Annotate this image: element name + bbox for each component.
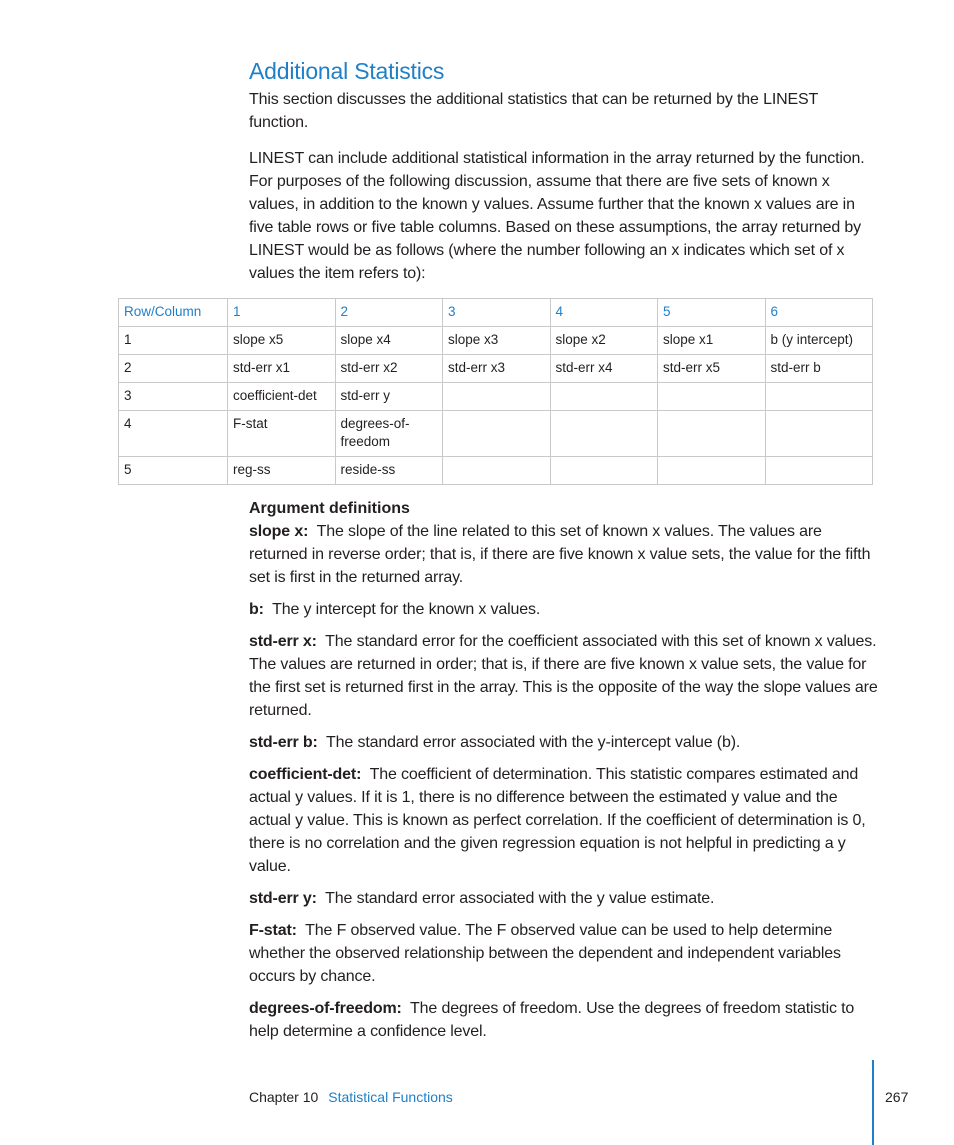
table-cell: 3 xyxy=(118,382,228,411)
table-cell: slope x3 xyxy=(442,326,551,355)
table-cell: std-err x5 xyxy=(657,354,766,383)
column-header: 1 xyxy=(227,298,336,327)
linest-description-paragraph: LINEST can include additional statistica… xyxy=(249,150,865,282)
table-cell xyxy=(764,382,873,411)
chapter-label: Chapter 10 xyxy=(249,1089,319,1105)
definition-term: b: xyxy=(249,601,264,618)
definition-item: std-err x: The standard error for the co… xyxy=(249,630,879,722)
definition-item: degrees-of-freedom: The degrees of freed… xyxy=(249,997,879,1043)
column-header: 3 xyxy=(442,298,551,327)
table-cell xyxy=(442,410,551,457)
definition-term: coefficient-det: xyxy=(249,766,362,783)
section-title: Additional Statistics xyxy=(249,58,445,84)
definition-text: The standard error associated with the y… xyxy=(325,890,715,907)
table-cell xyxy=(657,382,766,411)
table-row: 3 coefficient-det std-err y xyxy=(118,382,873,411)
table-cell xyxy=(442,456,551,485)
table-cell: std-err b xyxy=(764,354,873,383)
column-header: 2 xyxy=(334,298,443,327)
table-cell xyxy=(657,410,766,457)
definition-term: degrees-of-freedom: xyxy=(249,1000,402,1017)
table-cell: reg-ss xyxy=(227,456,336,485)
table-cell xyxy=(764,410,873,457)
intro-paragraph: This section discusses the additional st… xyxy=(249,91,818,131)
table-row: 5 reg-ss reside-ss xyxy=(118,456,873,485)
definition-term: F-stat: xyxy=(249,922,297,939)
table-cell: b (y intercept) xyxy=(764,326,873,355)
definition-item: F-stat: The F observed value. The F obse… xyxy=(249,919,879,988)
table-cell: std-err x3 xyxy=(442,354,551,383)
table-cell: 2 xyxy=(118,354,228,383)
definition-text: The standard error associated with the y… xyxy=(326,734,741,751)
table-cell xyxy=(442,382,551,411)
table-cell: std-err x1 xyxy=(227,354,336,383)
definition-item: coefficient-det: The coefficient of dete… xyxy=(249,763,879,878)
table-cell: F-stat xyxy=(227,410,336,457)
definition-term: std-err x: xyxy=(249,633,317,650)
table-cell: std-err x2 xyxy=(334,354,443,383)
footer-divider xyxy=(872,1060,874,1145)
linest-array-table: Row/Column 1 2 3 4 5 6 1 slope x5 slope … xyxy=(118,298,873,485)
argument-definitions: Argument definitions slope x: The slope … xyxy=(249,497,879,1052)
table-cell xyxy=(549,382,658,411)
table-cell xyxy=(549,410,658,457)
table-cell: std-err x4 xyxy=(549,354,658,383)
column-header: Row/Column xyxy=(118,298,228,327)
table-cell: slope x1 xyxy=(657,326,766,355)
table-cell: coefficient-det xyxy=(227,382,336,411)
table-cell: 5 xyxy=(118,456,228,485)
column-header: 6 xyxy=(764,298,873,327)
table-cell: 4 xyxy=(118,410,228,457)
definitions-heading: Argument definitions xyxy=(249,500,410,517)
definition-term: std-err y: xyxy=(249,890,317,907)
definition-text: The y intercept for the known x values. xyxy=(272,601,541,618)
table-cell: std-err y xyxy=(334,382,443,411)
table-cell: slope x5 xyxy=(227,326,336,355)
table-header-row: Row/Column 1 2 3 4 5 6 xyxy=(118,298,873,327)
definition-text: The F observed value. The F observed val… xyxy=(249,922,841,985)
table-row: 2 std-err x1 std-err x2 std-err x3 std-e… xyxy=(118,354,873,383)
footer-chapter: Chapter 10 Statistical Functions xyxy=(249,1089,453,1105)
definition-item: std-err b: The standard error associated… xyxy=(249,731,879,754)
definition-term: slope x: xyxy=(249,523,309,540)
definition-item: std-err y: The standard error associated… xyxy=(249,887,879,910)
table-row: 4 F-stat degrees-of-freedom xyxy=(118,410,873,457)
definition-item: b: The y intercept for the known x value… xyxy=(249,598,879,621)
table-cell: slope x2 xyxy=(549,326,658,355)
table-row: 1 slope x5 slope x4 slope x3 slope x2 sl… xyxy=(118,326,873,355)
table-cell xyxy=(657,456,766,485)
table-cell: degrees-of-freedom xyxy=(334,410,443,457)
table-cell: 1 xyxy=(118,326,228,355)
definition-term: std-err b: xyxy=(249,734,318,751)
table-cell xyxy=(764,456,873,485)
column-header: 5 xyxy=(657,298,766,327)
definition-item: slope x: The slope of the line related t… xyxy=(249,520,879,589)
definition-text: The slope of the line related to this se… xyxy=(249,523,871,586)
table-cell xyxy=(549,456,658,485)
definition-text: The standard error for the coefficient a… xyxy=(249,633,878,719)
table-cell: reside-ss xyxy=(334,456,443,485)
column-header: 4 xyxy=(549,298,658,327)
page-number: 267 xyxy=(885,1089,909,1105)
table-cell: slope x4 xyxy=(334,326,443,355)
chapter-title-link[interactable]: Statistical Functions xyxy=(328,1089,453,1105)
